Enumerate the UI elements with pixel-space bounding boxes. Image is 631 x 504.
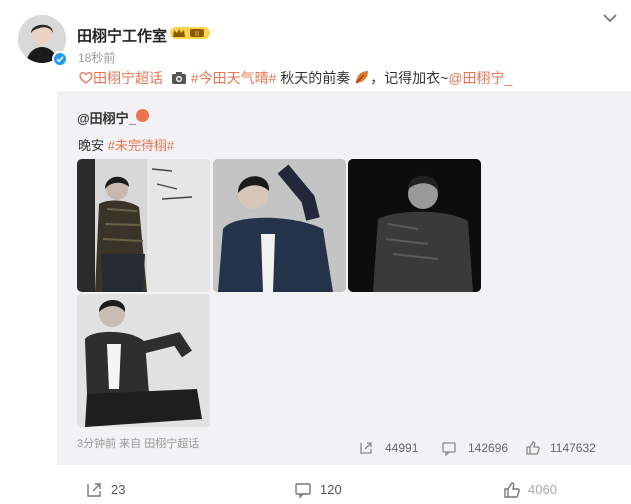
footer-repost-icon[interactable] — [85, 481, 103, 499]
repost-text-plain: 晚安 — [78, 138, 108, 153]
footer-repost-count: 23 — [111, 482, 126, 497]
chevron-down-icon[interactable] — [601, 10, 619, 26]
post-text: 田栩宁超话 #今田天气晴# 秋天的前奏 ，记得加衣~@田栩宁_ — [79, 68, 512, 88]
svg-text:II: II — [195, 30, 199, 38]
footer-comment-count: 120 — [320, 482, 342, 497]
footer-comment-icon[interactable] — [294, 481, 312, 499]
super-topic-icon — [79, 71, 93, 88]
repost-topic-link[interactable]: #未完待栩# — [108, 138, 174, 153]
comment-count: 142696 — [468, 441, 509, 455]
post-text-plain: 秋天的前奏 — [276, 70, 351, 86]
like-icon[interactable] — [525, 440, 541, 456]
repost-user[interactable]: @田栩宁_ — [77, 108, 136, 127]
author-name[interactable]: 田栩宁工作室 — [77, 25, 167, 46]
mention-link[interactable]: @田栩宁_ — [448, 70, 512, 86]
camera-icon — [171, 71, 187, 88]
repost-verified-icon — [136, 109, 149, 122]
footer-like-count: 4060 — [528, 482, 557, 497]
photo-4[interactable] — [77, 294, 210, 427]
vip-badge-icon[interactable]: II — [170, 26, 210, 40]
photo-2[interactable] — [213, 159, 346, 292]
repost-meta: 3分钟前 来自 田栩宁超话 — [77, 438, 200, 450]
like-count: 1147632 — [550, 441, 596, 455]
repost-count: 44991 — [385, 441, 419, 455]
leaf-icon — [354, 69, 370, 88]
repost-text: 晚安 #未完待栩# — [78, 135, 174, 154]
photo-1[interactable] — [77, 159, 210, 292]
repost-icon[interactable] — [358, 440, 374, 456]
post-time: 18秒前 — [78, 51, 116, 65]
topic-link[interactable]: #今田天气晴# — [191, 70, 277, 86]
post-text-plain-2: ，记得加衣~ — [370, 70, 449, 86]
photo-3[interactable] — [348, 159, 481, 292]
footer-like-icon[interactable] — [503, 481, 521, 499]
super-topic-link[interactable]: 田栩宁超话 — [93, 70, 163, 86]
verified-icon — [52, 51, 68, 67]
comment-icon[interactable] — [441, 440, 457, 457]
